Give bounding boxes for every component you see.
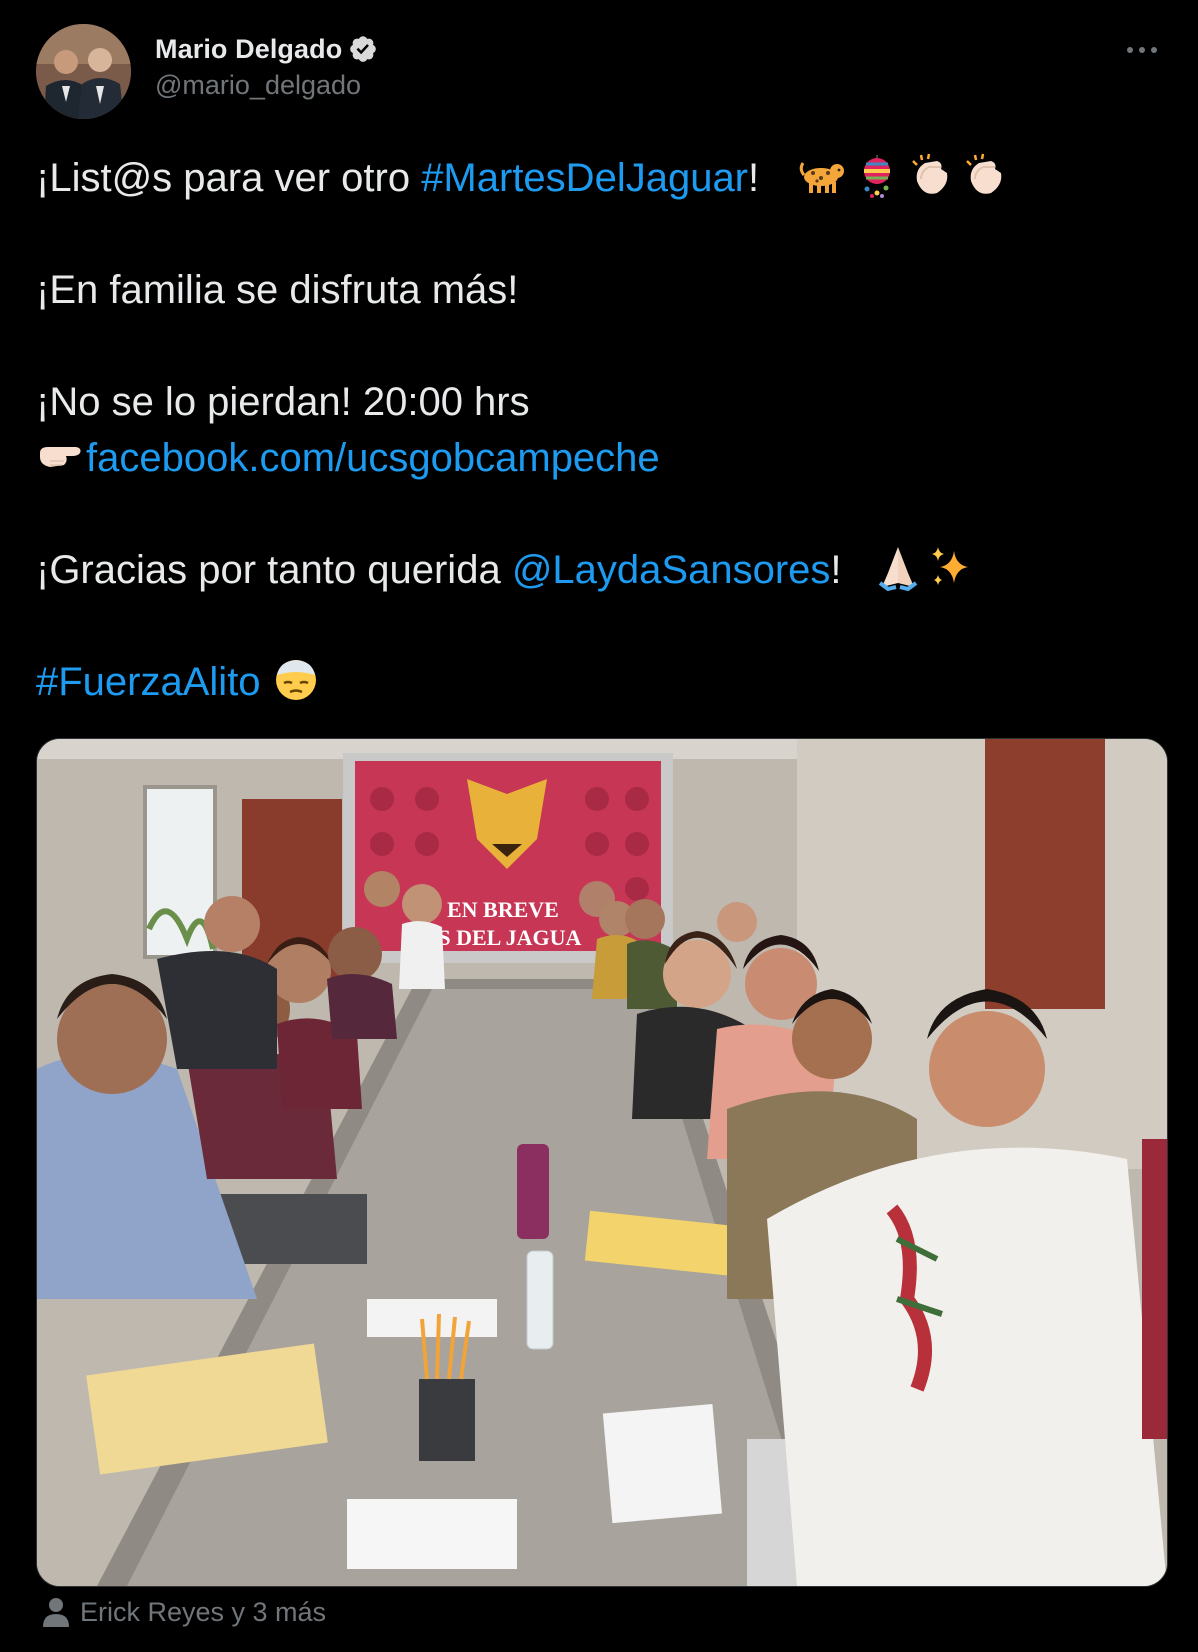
tweet-photo[interactable]: EN BREVE TES DEL JAGUA hp bbox=[36, 738, 1168, 1587]
tweet-text: ¡List@s para ver otro #MartesDelJaguar! bbox=[36, 150, 1156, 710]
tagged-text: Erick Reyes y 3 más bbox=[80, 1596, 327, 1627]
text-segment: ¡Gracias por tanto querida bbox=[36, 548, 512, 592]
avatar[interactable] bbox=[36, 24, 131, 119]
handle[interactable]: @mario_delgado bbox=[155, 70, 378, 101]
clapping-hands-icon bbox=[961, 151, 1009, 199]
screen-text-1: EN BREVE bbox=[447, 897, 559, 922]
person-icon bbox=[40, 1595, 72, 1629]
tweet-line-5: ¡Gracias por tanto querida @LaydaSansore… bbox=[36, 542, 1156, 598]
verified-badge-icon bbox=[348, 34, 378, 64]
mention-layda-sansores[interactable]: @LaydaSansores bbox=[512, 548, 831, 592]
head-bandage-icon bbox=[272, 655, 320, 703]
more-options-icon[interactable] bbox=[1122, 38, 1162, 62]
tweet-line-1: ¡List@s para ver otro #MartesDelJaguar! bbox=[36, 150, 1156, 206]
author-info[interactable]: Mario Delgado @mario_delgado bbox=[155, 32, 378, 101]
tweet-line-3: ¡No se lo pierdan! 20:00 hrs bbox=[36, 380, 530, 424]
facebook-link[interactable]: facebook.com/ucsgobcampeche bbox=[86, 436, 660, 480]
tweet-line-2: ¡En familia se disfruta más! bbox=[36, 268, 519, 312]
leopard-icon bbox=[799, 151, 847, 199]
text-segment: ! bbox=[830, 548, 842, 592]
pinata-icon bbox=[853, 151, 901, 199]
tagged-people[interactable]: Erick Reyes y 3 más bbox=[40, 1595, 326, 1629]
text-segment: ¡List@s para ver otro bbox=[36, 156, 422, 200]
folded-hands-icon bbox=[874, 543, 922, 592]
sparkles-icon bbox=[928, 543, 976, 591]
tweet-line-6: #FuerzaAlito bbox=[36, 654, 1156, 710]
clapping-hands-icon bbox=[907, 151, 955, 199]
text-segment: ! bbox=[748, 156, 760, 200]
display-name[interactable]: Mario Delgado bbox=[155, 34, 342, 65]
tweet-line-4: facebook.com/ucsgobcampeche bbox=[36, 430, 1156, 486]
tweet: Mario Delgado @mario_delgado ¡List@s par… bbox=[0, 0, 1198, 1652]
hashtag-fuerza-alito[interactable]: #FuerzaAlito bbox=[36, 660, 261, 704]
pointing-right-icon bbox=[36, 431, 84, 479]
hashtag-martes-del-jaguar[interactable]: #MartesDelJaguar bbox=[421, 156, 748, 200]
name-row: Mario Delgado bbox=[155, 32, 378, 66]
